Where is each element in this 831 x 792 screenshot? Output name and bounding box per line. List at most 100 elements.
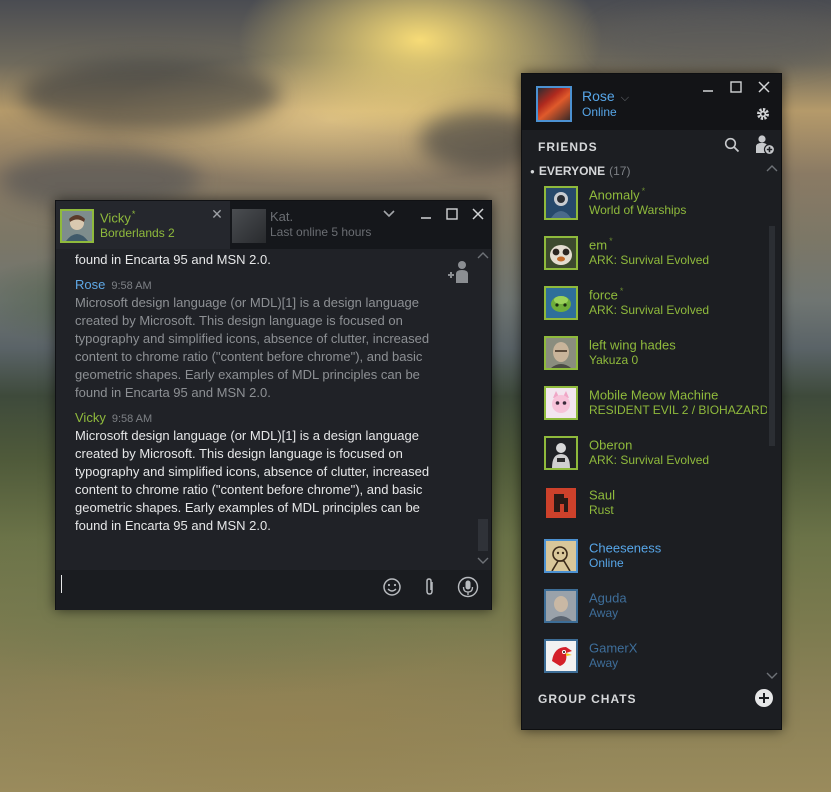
user-name-menu[interactable]: Rose ⌵ <box>582 88 629 105</box>
avatar <box>544 486 578 520</box>
friend-item[interactable]: Oberon ARK: Survival Evolved <box>522 432 767 482</box>
everyone-group-header[interactable]: ● EVERYONE (17) <box>530 164 630 178</box>
attachment-icon[interactable] <box>419 576 441 598</box>
friend-status: Away <box>589 606 619 620</box>
input-actions <box>381 576 479 598</box>
scroll-down-icon[interactable] <box>766 672 778 680</box>
friend-status: ARK: Survival Evolved <box>589 253 710 267</box>
avatar <box>60 209 94 243</box>
friend-item[interactable]: Mobile Meow Machine RESIDENT EVIL 2 / BI… <box>522 382 767 432</box>
message-input[interactable] <box>56 570 491 610</box>
scroll-up-icon[interactable] <box>477 251 489 259</box>
microphone-icon[interactable] <box>457 576 479 598</box>
friends-list-window: Rose ⌵ Online FRIENDS ● EVERYONE (17) An… <box>521 73 782 730</box>
friend-status: Yakuza 0 <box>589 353 639 367</box>
maximize-icon[interactable] <box>729 80 743 94</box>
avatar <box>232 209 266 243</box>
chat-window: Vicky* Borderlands 2 ✕ Kat. Last online … <box>55 200 492 610</box>
tab-friend-name: Vicky* <box>100 209 136 226</box>
message-text: found in Encarta 95 and MSN 2.0. <box>75 252 271 267</box>
avatar[interactable] <box>536 86 572 122</box>
friend-status: World of Warships <box>589 203 687 217</box>
avatar <box>544 436 578 470</box>
wallpaper-cloud <box>600 10 831 70</box>
window-controls <box>419 207 485 221</box>
chat-tab-kat[interactable]: Kat. Last online 5 hours <box>230 201 402 249</box>
group-chats-section-label: GROUP CHATS <box>538 692 637 706</box>
friend-status: ARK: Survival Evolved <box>589 453 710 467</box>
friend-item[interactable]: left wing hades Yakuza 0 <box>522 332 767 382</box>
friend-status: Rust <box>589 503 614 517</box>
friend-name: Aguda <box>589 590 627 606</box>
avatar <box>544 286 578 320</box>
bullet-icon: ● <box>530 167 535 177</box>
avatar <box>544 336 578 370</box>
chat-message-area[interactable]: found in Encarta 95 and MSN 2.0. Rose 9:5… <box>56 249 476 569</box>
maximize-icon[interactable] <box>445 207 459 221</box>
emoji-icon[interactable] <box>381 576 403 598</box>
scroll-up-icon[interactable] <box>766 164 778 172</box>
friend-name: left wing hades <box>589 337 676 353</box>
text-caret <box>61 575 62 593</box>
gear-icon[interactable] <box>755 106 771 122</box>
chat-tab-vicky[interactable]: Vicky* Borderlands 2 ✕ <box>56 201 230 249</box>
scrollbar-thumb[interactable] <box>478 519 488 551</box>
scroll-down-icon[interactable] <box>477 557 489 565</box>
favorite-star-icon: * <box>619 286 624 296</box>
minimize-icon[interactable] <box>701 80 715 94</box>
add-group-chat-icon[interactable] <box>754 688 774 708</box>
avatar <box>544 639 578 673</box>
user-header: Rose ⌵ Online <box>522 74 781 130</box>
friend-item[interactable]: Saul Rust <box>522 482 767 532</box>
close-icon[interactable] <box>757 80 771 94</box>
friend-item[interactable]: force * ARK: Survival Evolved <box>522 282 767 332</box>
message-header: Rose 9:58 AM <box>75 277 456 292</box>
friend-name: Mobile Meow Machine <box>589 387 719 403</box>
wallpaper-cloud <box>20 60 280 130</box>
message-header: Vicky 9:58 AM <box>75 410 456 425</box>
avatar <box>544 186 578 220</box>
message-text: Microsoft design language (or MDL)[1] is… <box>75 295 430 400</box>
friend-name: Saul <box>589 487 616 503</box>
friend-name: Cheeseness <box>589 540 662 556</box>
avatar <box>544 386 578 420</box>
friend-name: force * <box>589 286 624 303</box>
friend-status: RESIDENT EVIL 2 / BIOHAZARD <box>589 403 767 417</box>
friend-status: Away <box>589 656 619 670</box>
avatar <box>544 236 578 270</box>
friend-list-scrollbar[interactable] <box>765 164 779 684</box>
message-text: Microsoft design language (or MDL)[1] is… <box>75 428 430 533</box>
close-icon[interactable]: ✕ <box>210 207 224 221</box>
friend-name: Oberon <box>589 437 633 453</box>
tab-friend-game: Borderlands 2 <box>100 226 175 240</box>
minimize-icon[interactable] <box>419 207 433 221</box>
friend-item[interactable]: em * ARK: Survival Evolved <box>522 232 767 282</box>
friend-name: Anomaly * <box>589 186 646 203</box>
window-controls <box>701 80 771 94</box>
friend-count: (17) <box>609 164 631 178</box>
friend-status: Online <box>589 556 624 570</box>
tab-friend-status: Last online 5 hours <box>270 225 372 239</box>
add-person-icon[interactable] <box>446 259 472 285</box>
friend-item[interactable]: Anomaly * World of Warships <box>522 182 767 232</box>
add-friend-icon[interactable] <box>754 134 776 156</box>
message-timestamp: 9:58 AM <box>111 280 152 292</box>
avatar <box>544 589 578 623</box>
friend-item[interactable]: GamerX Away <box>522 635 767 676</box>
message-author[interactable]: Rose <box>75 277 105 292</box>
user-status[interactable]: Online <box>582 105 617 119</box>
friend-item[interactable]: Cheeseness Online <box>522 535 767 585</box>
chevron-down-icon[interactable] <box>382 207 396 221</box>
search-icon[interactable] <box>724 137 740 153</box>
friend-list: Anomaly * World of Warships em * ARK: Surv… <box>522 182 767 676</box>
tab-friend-name: Kat. <box>270 209 294 224</box>
friend-item[interactable]: Aguda Away <box>522 585 767 635</box>
chat-tab-bar: Vicky* Borderlands 2 ✕ Kat. Last online … <box>56 201 491 249</box>
close-icon[interactable] <box>471 207 485 221</box>
message-author[interactable]: Vicky <box>75 410 106 425</box>
favorite-star-icon: * <box>609 236 613 246</box>
chat-scrollbar[interactable] <box>475 249 491 569</box>
message-timestamp: 9:58 AM <box>111 413 153 425</box>
favorite-star-icon: * <box>641 186 646 196</box>
scrollbar-thumb[interactable] <box>769 226 775 446</box>
